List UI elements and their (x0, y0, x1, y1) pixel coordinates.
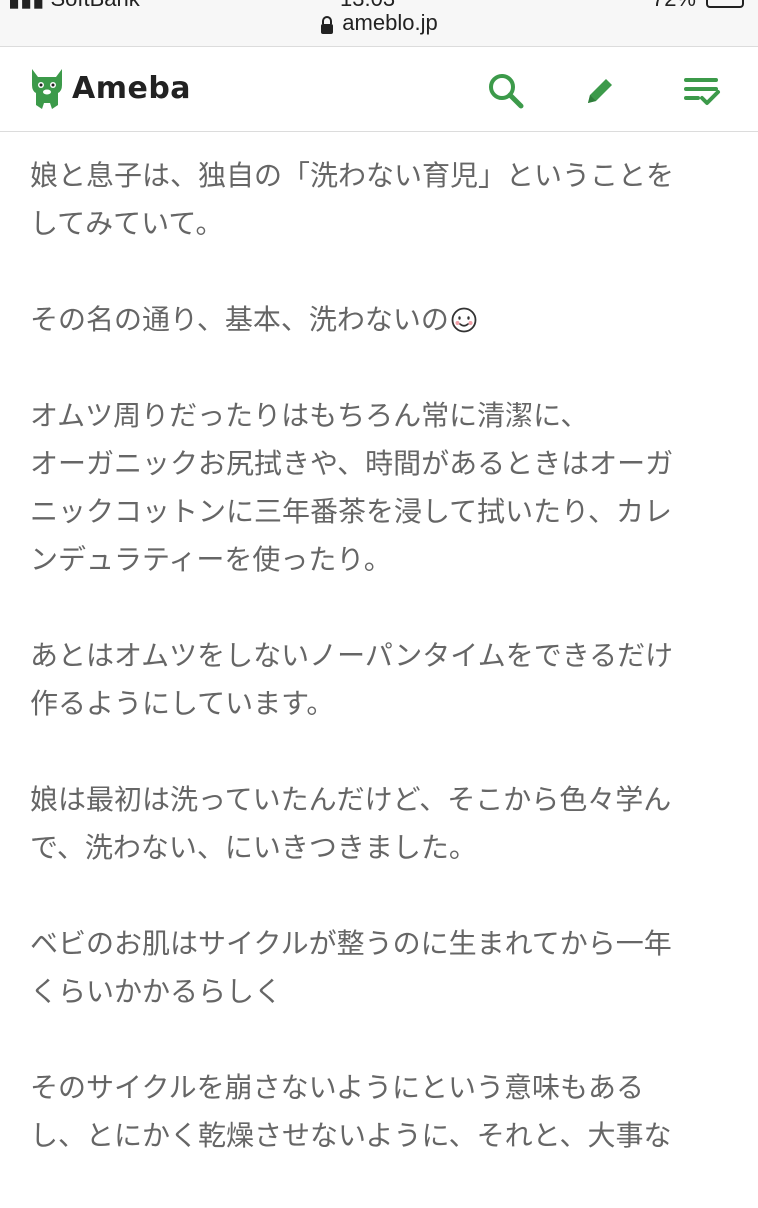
paragraph-3: オムツ周りだったりはもちろん常に清潔に、 オーガニックお尻拭きや、時間があるとき… (30, 399, 674, 576)
pencil-icon (588, 79, 612, 103)
paragraph-2: その名の通り、基本、洗わないの (30, 296, 730, 344)
address-bar[interactable]: ameblo.jp (0, 10, 758, 36)
article-body: 娘と息子は、独自の「洗わない育児」ということを してみていて。 その名の通り、基… (30, 152, 730, 1208)
reader-button[interactable] (680, 69, 724, 113)
reader-list-icon (684, 78, 720, 105)
paragraph-5: 娘は最初は洗っていたんだけど、そこから色々学ん で、洗わない、にいきつきました。 (30, 783, 672, 864)
status-bar: ▮▮▮ SoftBank 13:03 72% ameblo.jp (0, 0, 758, 46)
ameba-logo[interactable]: Ameba (28, 65, 191, 111)
search-button[interactable] (484, 69, 528, 113)
search-icon (489, 74, 524, 109)
app-header: Ameba (0, 46, 758, 132)
ameba-mascot-icon (32, 69, 62, 109)
paragraph-2-text: その名の通り、基本、洗わないの (30, 303, 449, 336)
logo-text: Ameba (72, 70, 192, 106)
write-button[interactable] (578, 69, 622, 113)
paragraph-7: そのサイクルを崩さないようにという意味もある し、とにかく乾燥させないように、そ… (30, 1071, 672, 1152)
paragraph-1: 娘と息子は、独自の「洗わない育児」ということを してみていて。 (30, 159, 675, 240)
url-text: ameblo.jp (342, 10, 438, 35)
battery-icon (706, 0, 744, 8)
paragraph-6: ベビのお肌はサイクルが整うのに生まれてから一年 くらいかかるらしく (30, 927, 672, 1008)
smile-emoji-icon (451, 300, 477, 333)
lock-icon (320, 14, 334, 34)
paragraph-4: あとはオムツをしないノーパンタイムをできるだけ 作るようにしています。 (30, 639, 674, 720)
